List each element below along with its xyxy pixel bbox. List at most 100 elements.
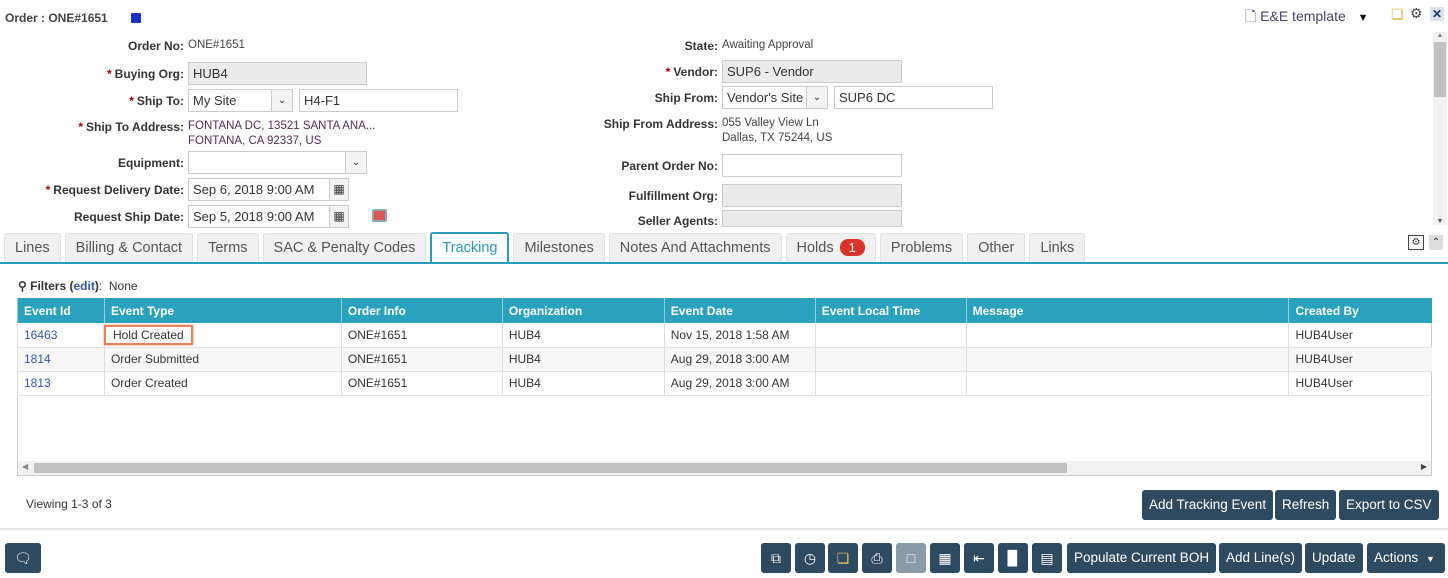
organization: HUB4: [501, 323, 665, 348]
event-id-link[interactable]: 16463: [24, 328, 57, 342]
filters-value: None: [108, 279, 138, 293]
collapse-icon[interactable]: ⌃: [1429, 235, 1443, 250]
col-event-type[interactable]: Event Type: [103, 298, 342, 323]
parent-order-no-field[interactable]: [722, 154, 902, 177]
actions-button[interactable]: Actions ▼: [1367, 543, 1445, 573]
request-delivery-date-field[interactable]: Sep 6, 2018 9:00 AM ▦: [188, 178, 349, 201]
ship-from-address-label: Ship From Address:: [603, 117, 718, 131]
request-ship-date-field[interactable]: Sep 5, 2018 9:00 AM ▦: [188, 205, 349, 228]
tab-lines[interactable]: Lines: [4, 233, 61, 262]
copy-document-icon: 🗋: [1245, 8, 1257, 24]
tab-terms[interactable]: Terms: [197, 233, 259, 262]
fulfillment-org-label: Fulfillment Org:: [628, 189, 718, 203]
col-event-local-time[interactable]: Event Local Time: [814, 298, 967, 323]
event-type-highlighted: Hold Created: [103, 324, 193, 345]
filters-edit-link[interactable]: edit: [74, 279, 95, 293]
tab-settings-icon[interactable]: ⚙: [1408, 235, 1424, 250]
tab-other[interactable]: Other: [967, 233, 1026, 262]
folder-tree-icon[interactable]: ❏: [1391, 6, 1404, 23]
bar-chart-icon[interactable]: ▉: [998, 543, 1028, 573]
table-row[interactable]: 1814 Order Submitted ONE#1651 HUB4 Aug 2…: [17, 347, 1432, 372]
col-message[interactable]: Message: [965, 298, 1289, 323]
scroll-down-icon[interactable]: ▼: [1433, 218, 1447, 225]
close-icon[interactable]: ✕: [1430, 7, 1444, 21]
page-title: Order : ONE#1651: [5, 11, 108, 25]
pdf-icon[interactable]: □: [896, 543, 926, 573]
tab-bar: Lines Billing & Contact Terms SAC & Pena…: [4, 232, 1086, 263]
event-date: Aug 29, 2018 3:00 AM: [663, 371, 816, 396]
fulfillment-org-field: [722, 184, 902, 207]
vendor-field: SUP6 - Vendor: [722, 60, 902, 83]
tab-tracking[interactable]: Tracking: [430, 232, 510, 263]
order-menu-icon[interactable]: [131, 13, 141, 23]
scroll-up-icon[interactable]: ▲: [1433, 32, 1447, 39]
table-row[interactable]: 16463 Hold Created ONE#1651 HUB4 Nov 15,…: [17, 323, 1432, 348]
order-info: ONE#1651: [340, 323, 503, 348]
calendar-icon[interactable]: ▦: [329, 179, 348, 200]
col-event-id[interactable]: Event Id: [17, 298, 105, 323]
table-horizontal-scrollbar[interactable]: ◀ ▶: [18, 461, 1431, 475]
filters: ⚲ Filters (edit): None: [18, 279, 138, 293]
col-organization[interactable]: Organization: [501, 298, 665, 323]
tab-underline: [0, 262, 1448, 264]
message-icon[interactable]: ▤: [1032, 543, 1062, 573]
tab-sac-penalty-codes[interactable]: SAC & Penalty Codes: [262, 233, 427, 262]
export-csv-button[interactable]: Export to CSV: [1339, 490, 1439, 520]
created-by: HUB4User: [1288, 371, 1432, 396]
template-selector[interactable]: 🗋 E&E template ▼: [1245, 6, 1369, 30]
state-label: State:: [684, 39, 718, 53]
chat-icon[interactable]: 🗨: [5, 543, 41, 573]
tab-problems[interactable]: Problems: [879, 233, 964, 262]
refresh-button[interactable]: Refresh: [1275, 490, 1337, 520]
col-event-date[interactable]: Event Date: [663, 298, 816, 323]
tab-holds[interactable]: Holds 1: [785, 233, 876, 262]
organization: HUB4: [501, 371, 665, 396]
table-header-row: Event Id Event Type Order Info Organizat…: [17, 298, 1432, 323]
order-no-label: Order No:: [127, 39, 184, 53]
viewing-count: Viewing 1-3 of 3: [26, 497, 112, 511]
copy-icon[interactable]: ⧉: [761, 543, 791, 573]
tab-links[interactable]: Links: [1029, 233, 1086, 262]
col-created-by[interactable]: Created By: [1288, 298, 1432, 323]
event-id-link[interactable]: 1813: [24, 376, 51, 390]
calendar-icon[interactable]: ▦: [329, 206, 348, 227]
import-icon[interactable]: ⇤: [964, 543, 994, 573]
documents-icon[interactable]: ❏: [828, 543, 858, 573]
chevron-down-icon: ⌄: [271, 90, 292, 111]
order-info: ONE#1651: [340, 371, 503, 396]
ship-from-select[interactable]: Vendor's Site ⌄: [722, 86, 828, 109]
table-row[interactable]: 1813 Order Created ONE#1651 HUB4 Aug 29,…: [17, 371, 1432, 396]
footer-divider: [0, 528, 1448, 530]
tab-notes-attachments[interactable]: Notes And Attachments: [608, 233, 782, 262]
tab-billing-contact[interactable]: Billing & Contact: [64, 233, 194, 262]
layout-settings-icon[interactable]: ⚙: [1410, 5, 1423, 22]
calculator-icon[interactable]: ▦: [930, 543, 960, 573]
order-info: ONE#1651: [340, 347, 503, 372]
equipment-select[interactable]: ⌄: [188, 151, 367, 174]
scrollbar-thumb[interactable]: [1434, 42, 1446, 97]
populate-current-boh-button[interactable]: Populate Current BOH: [1067, 543, 1217, 573]
history-icon[interactable]: ◷: [795, 543, 825, 573]
copy-date-icon[interactable]: [372, 209, 387, 222]
event-local-time: [814, 347, 967, 372]
ship-to-select[interactable]: My Site ⌄: [188, 89, 293, 112]
ship-from-field[interactable]: SUP6 DC: [834, 86, 993, 109]
scrollbar-thumb[interactable]: [34, 463, 1067, 473]
ship-from-label: Ship From:: [654, 91, 718, 105]
event-id-link[interactable]: 1814: [24, 352, 51, 366]
col-order-info[interactable]: Order Info: [340, 298, 503, 323]
scroll-right-icon[interactable]: ▶: [1421, 462, 1427, 471]
update-button[interactable]: Update: [1305, 543, 1363, 573]
holds-badge: 1: [839, 239, 865, 256]
tab-milestones[interactable]: Milestones: [513, 233, 605, 262]
add-lines-button[interactable]: Add Line(s): [1219, 543, 1303, 573]
scroll-left-icon[interactable]: ◀: [22, 462, 28, 471]
ship-to-field[interactable]: H4-F1: [299, 89, 458, 112]
template-label: E&E template: [1260, 8, 1346, 24]
add-tracking-event-button[interactable]: Add Tracking Event: [1142, 490, 1274, 520]
print-icon[interactable]: ⎙: [862, 543, 892, 573]
event-local-time: [814, 323, 967, 348]
header-scrollbar[interactable]: ▲ ▼: [1433, 32, 1447, 225]
ship-from-address-line1: 055 Valley View Ln: [722, 117, 819, 129]
search-icon: ⚲: [18, 279, 27, 293]
